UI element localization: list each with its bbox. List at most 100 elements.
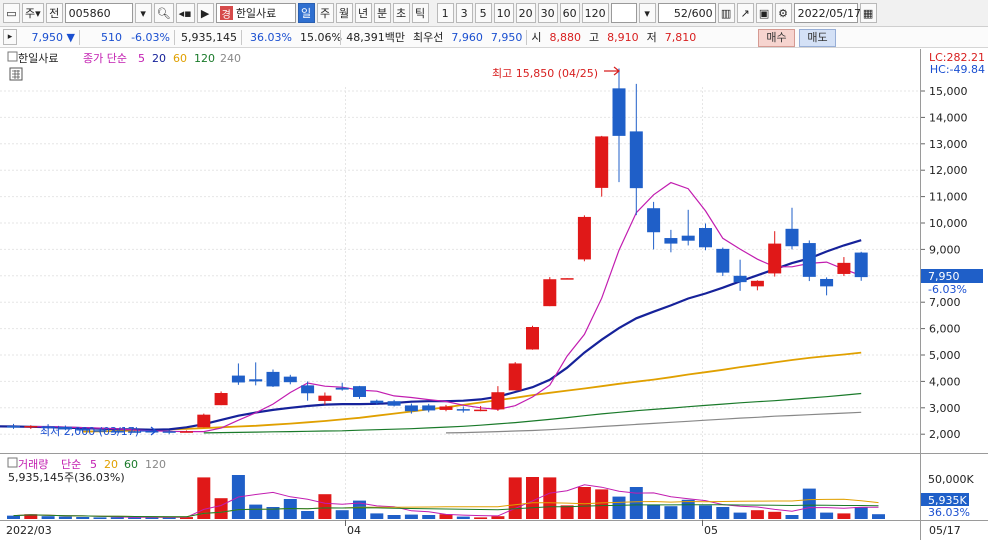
interval-dropdown-icon[interactable]: ▾	[638, 3, 656, 23]
play-icon[interactable]: ▶	[196, 3, 214, 23]
candle-body	[249, 379, 263, 382]
period-month[interactable]: 월	[335, 3, 353, 23]
volume-bar	[301, 511, 315, 519]
volume-bar	[335, 510, 349, 519]
x-label-04: 04	[347, 524, 361, 537]
candle-body	[301, 385, 315, 394]
period-minute[interactable]: 분	[373, 3, 391, 23]
volume-bar	[128, 517, 142, 519]
sound-icon[interactable]: ◂▪	[175, 3, 195, 23]
drawing-tool-icon[interactable]: ↗	[736, 3, 754, 23]
buy-button[interactable]: 매수	[758, 29, 795, 47]
interval-1[interactable]: 1	[436, 3, 454, 23]
y-tick-label: 15,000	[929, 85, 968, 98]
y-tick-label: 6,000	[929, 323, 961, 336]
candle-body	[180, 431, 193, 433]
candle-body	[699, 228, 712, 248]
volume-ratio: 36.03%	[250, 30, 292, 44]
candle-body	[785, 228, 799, 247]
volume-bar	[560, 505, 574, 519]
stock-code-input[interactable]: 005860	[64, 3, 133, 23]
period-second[interactable]: 초	[392, 3, 410, 23]
stock-name-field[interactable]: 경 한일사료	[215, 3, 296, 23]
toolbar: ▭ 주 ▾ 전 005860 ▾ 🔍︎ ◂▪ ▶ 경 한일사료 일 주 월 년 분…	[0, 0, 988, 27]
volume-bar	[41, 516, 55, 519]
save-icon[interactable]: ▣	[755, 3, 773, 23]
market-select[interactable]: 주 ▾	[22, 3, 44, 23]
volume-bar	[837, 513, 851, 519]
y-tick-label: 9,000	[929, 243, 961, 256]
high-label: 고	[589, 31, 600, 44]
kind-button[interactable]: 전	[45, 3, 63, 23]
high-annotation: 최고 15,850 (04/25)	[492, 67, 598, 80]
hc-label: HC:-49.84	[930, 63, 985, 76]
interval-5[interactable]: 5	[474, 3, 492, 23]
ma-legend-240: 240	[220, 52, 241, 65]
candle-body	[664, 238, 678, 244]
volume-bar	[733, 512, 747, 519]
calendar-icon[interactable]: ▦	[859, 3, 877, 23]
period-year[interactable]: 년	[354, 3, 372, 23]
volume-ma-legend-label: 단순	[61, 458, 81, 471]
code-dropdown-icon[interactable]: ▾	[134, 3, 152, 23]
volume-panel-collapse-icon[interactable]	[7, 457, 18, 468]
sell-button[interactable]: 매도	[799, 29, 836, 47]
y-tick-label: 10,000	[929, 217, 968, 230]
volume-bar	[820, 512, 834, 519]
volume-bar	[802, 488, 816, 519]
open-price: 8,880	[549, 30, 582, 44]
period-tick[interactable]: 틱	[411, 3, 429, 23]
chart-menu-icon[interactable]: ▭	[3, 3, 20, 23]
panel-collapse-icon[interactable]	[7, 51, 18, 62]
volume-bar	[854, 507, 868, 519]
best-quote-label: 최우선	[413, 31, 444, 44]
stock-chart[interactable]: 한일사료 종가 단순 5 20 60 120 240 LC:282.21 HC:…	[0, 49, 988, 540]
volume-bar	[699, 505, 712, 519]
volume-bar	[456, 516, 470, 519]
volume-bar	[664, 506, 678, 519]
chart-type-icon[interactable]: ▥	[717, 3, 735, 23]
candle-body	[560, 278, 574, 280]
interval-custom-input[interactable]	[610, 3, 637, 23]
volume-bar	[491, 516, 505, 519]
period-day[interactable]: 일	[297, 3, 315, 23]
period-week[interactable]: 주	[316, 3, 334, 23]
search-icon[interactable]: 🔍︎	[153, 3, 174, 23]
candle-body	[422, 405, 436, 411]
ma-legend-120: 120	[194, 52, 215, 65]
volume-bar	[404, 514, 418, 519]
quote-bar: ▸ 7,950 ▼ 510 -6.03% 5,935,145 36.03% 15…	[0, 27, 988, 48]
interval-20[interactable]: 20	[515, 3, 536, 23]
interval-60[interactable]: 60	[559, 3, 580, 23]
candle-body	[543, 279, 557, 307]
count-value: 52	[673, 6, 688, 20]
candle-body	[456, 409, 470, 411]
volume-bar	[76, 517, 90, 519]
volume-ma-60: 60	[124, 458, 138, 471]
date-input[interactable]: 2022/05/17	[793, 3, 861, 23]
candle-body	[162, 431, 176, 433]
price-panel-title: 한일사료	[18, 51, 58, 65]
candle-body	[370, 400, 384, 404]
candle-body	[231, 375, 245, 383]
candle-body	[716, 248, 730, 273]
volume-bar	[612, 496, 626, 519]
interval-10[interactable]: 10	[493, 3, 514, 23]
gear-icon[interactable]: ⚙	[774, 3, 792, 23]
last-volume-pct: 36.03%	[928, 506, 970, 519]
candle-body	[335, 387, 349, 390]
candle-body	[854, 252, 868, 278]
quote-toggle-icon[interactable]: ▸	[3, 29, 17, 45]
candle-body	[577, 216, 591, 260]
volume-bar	[318, 494, 332, 519]
volume-bar	[249, 504, 263, 519]
interval-120[interactable]: 120	[581, 3, 609, 23]
count-field[interactable]: 52/600	[657, 3, 716, 23]
open-label: 시	[531, 31, 542, 44]
volume-bar	[681, 499, 695, 519]
volume-bar	[93, 517, 107, 519]
interval-30[interactable]: 30	[537, 3, 558, 23]
volume-bar	[508, 477, 522, 519]
interval-3[interactable]: 3	[455, 3, 473, 23]
volume-bar	[58, 516, 72, 519]
